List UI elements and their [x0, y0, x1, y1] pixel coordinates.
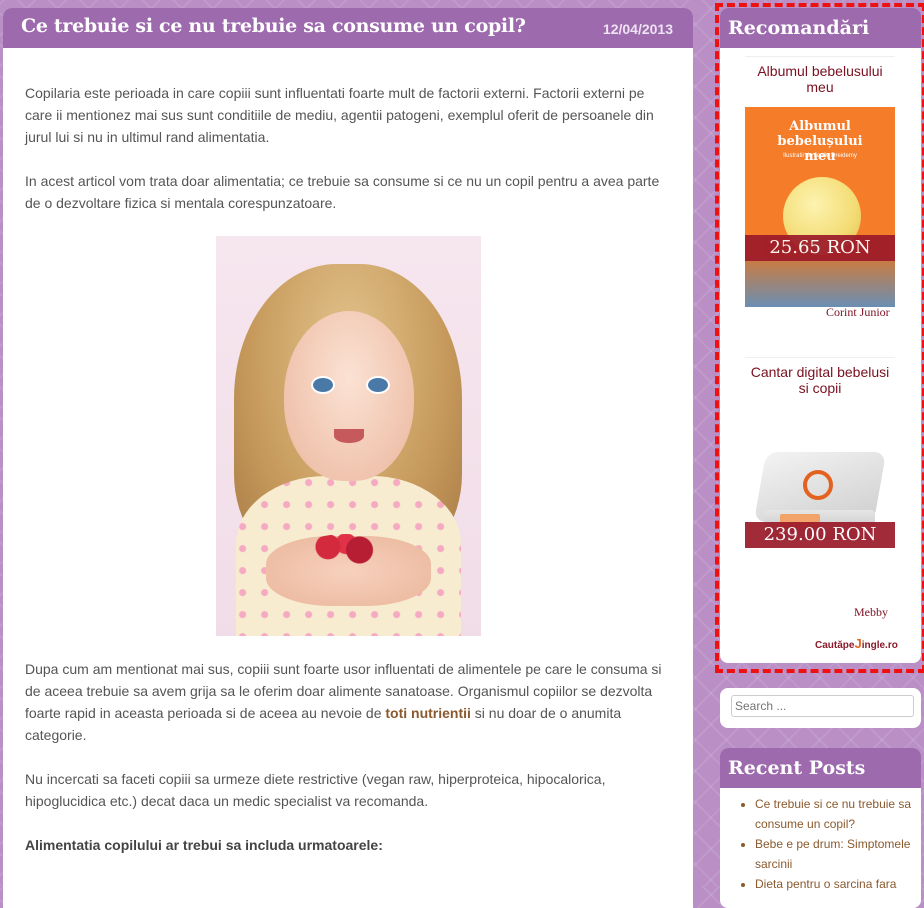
product-scale[interactable]: Cantar digital bebelusi si copii 239.00 … — [745, 357, 895, 567]
scale-logo-icon — [803, 470, 833, 500]
article-panel: Ce trebuie si ce nu trebuie sa consume u… — [3, 8, 693, 908]
article-paragraph-4: Nu incercati sa faceti copiii sa urmeze … — [25, 771, 606, 809]
album-book-cover[interactable]: Albumul bebelușului meu Ilustratii de Jo… — [745, 107, 895, 307]
recent-posts-list: Ce trebuie si ce nu trebuie sa consume u… — [720, 794, 921, 894]
list-item[interactable]: Ce trebuie si ce nu trebuie sa consume u… — [755, 794, 921, 834]
article-title[interactable]: Ce trebuie si ce nu trebuie sa consume u… — [21, 15, 526, 37]
recent-posts-title: Recent Posts — [720, 748, 921, 788]
search-input[interactable] — [731, 695, 914, 717]
product-title-album[interactable]: Albumul bebelusului meu — [745, 57, 895, 95]
cautapejingle-logo[interactable]: CautăpeJingle.ro — [815, 636, 898, 651]
recommendations-title: Recomandări — [720, 8, 921, 48]
article-paragraph-1: Copilaria este perioada in care copiii s… — [25, 85, 654, 145]
search-widget — [720, 688, 921, 728]
price-badge-scale: 239.00 RON — [745, 522, 895, 548]
article-header: Ce trebuie si ce nu trebuie sa consume u… — [3, 8, 693, 48]
article-paragraph-2: In acest articol vom trata doar alimenta… — [25, 173, 660, 211]
scale-product-image[interactable]: 239.00 RON — [745, 422, 895, 567]
vendor-corint[interactable]: Corint Junior — [826, 305, 890, 320]
product-title-scale[interactable]: Cantar digital bebelusi si copii — [745, 358, 895, 396]
list-item[interactable]: Bebe e pe drum: Simptomele sarcinii — [755, 834, 921, 874]
article-content: Copilaria este perioada in care copiii s… — [3, 48, 693, 856]
price-badge-album: 25.65 RON — [745, 235, 895, 261]
article-bold-line: Alimentatia copilului ar trebui sa inclu… — [25, 837, 383, 853]
vendor-mebby[interactable]: Mebby — [854, 605, 888, 620]
article-date: 12/04/2013 — [602, 21, 673, 37]
product-album[interactable]: Albumul bebelusului meu Albumul bebelușu… — [745, 56, 895, 307]
nutrients-link[interactable]: toti nutrientii — [385, 705, 471, 721]
child-photo — [215, 236, 481, 636]
list-item[interactable]: Dieta pentru o sarcina fara — [755, 874, 921, 894]
recommendations-widget: Recomandări Albumul bebelusului meu Albu… — [720, 8, 921, 663]
recent-posts-widget: Recent Posts Ce trebuie si ce nu trebuie… — [720, 748, 921, 908]
article-paragraph-3: Dupa cum am mentionat mai sus, copiii su… — [25, 661, 662, 743]
book-cover-subtitle: Ilustratii de Joelle Dreidemy — [783, 153, 857, 159]
